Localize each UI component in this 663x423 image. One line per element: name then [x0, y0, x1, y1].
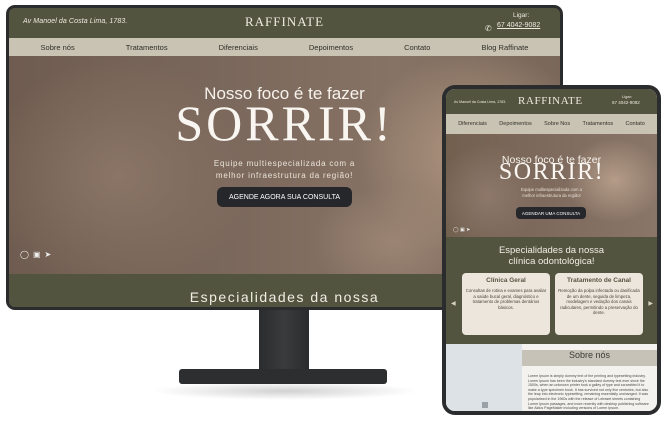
specialty-card-clinica-geral[interactable]: Clínica Geral Consultas de rotina e exam…: [462, 273, 550, 335]
tablet-call-label: Ligar:: [622, 94, 633, 99]
nav-item-diferenciais[interactable]: Diferenciais: [219, 43, 258, 52]
tablet-hero-subtitle: Equipe multiespecializada com a melhor i…: [446, 187, 657, 199]
phone-link[interactable]: 67 4042-9082: [497, 22, 540, 29]
tablet-nav-item-depoimentos[interactable]: Depoimentos: [499, 121, 531, 127]
about-image: [446, 344, 522, 411]
nav-item-sobre-nos[interactable]: Sobre nós: [41, 43, 75, 52]
monitor-shadow: [150, 382, 420, 400]
tablet-hero-subtitle-line-2: melhor infraestrutura da região!: [522, 193, 581, 198]
logo[interactable]: RAFFINATE: [245, 14, 324, 30]
instagram-icon[interactable]: ▣: [33, 250, 41, 259]
monitor-stand-base: [179, 369, 387, 384]
tablet-address-text: Av Manoel da Costa Lima, 1783.: [454, 100, 507, 104]
social-icons: ◯ ▣ ➤: [20, 250, 51, 259]
address-text: Av Manoel da Costa Lima, 1783.: [23, 18, 128, 25]
tablet-hero-section: Nosso foco é te fazer SORRIR! Equipe mul…: [446, 134, 657, 237]
schedule-button[interactable]: AGENDE AGORA SUA CONSULTA: [217, 187, 352, 207]
nav-item-contato[interactable]: Contato: [404, 43, 430, 52]
instagram-icon[interactable]: ▣: [460, 227, 465, 233]
tablet-specialties-title: Especialidades da nossa clínica odontoló…: [446, 245, 657, 267]
tablet-nav-item-sobre-nos[interactable]: Sobre Nos: [544, 121, 570, 127]
carousel-next-icon[interactable]: ▶: [648, 300, 653, 307]
specialty-card-text: Remoção da polpa infectada ou danificada…: [558, 288, 640, 316]
about-section: Sobre nós Lorem Ipsum is simply dummy te…: [446, 344, 657, 411]
tablet-hero-big-word: SORRIR!: [498, 159, 605, 185]
carousel-prev-icon[interactable]: ◀: [451, 300, 456, 307]
monitor-stand-neck: [259, 310, 309, 372]
whatsapp-icon[interactable]: ◯: [453, 227, 459, 233]
nav-item-depoimentos[interactable]: Depoimentos: [309, 43, 353, 52]
tablet-top-bar: Av Manoel da Costa Lima, 1783. RAFFINATE…: [446, 89, 657, 114]
about-text: Lorem Ipsum is simply dummy text of the …: [528, 374, 649, 411]
specialty-card-title: Tratamento de Canal: [567, 277, 631, 284]
tablet-nav-item-contato[interactable]: Contato: [626, 121, 645, 127]
call-label: Ligar:: [513, 12, 530, 19]
tablet-screen: Av Manoel da Costa Lima, 1783. RAFFINATE…: [446, 89, 657, 411]
tablet-device: Av Manoel da Costa Lima, 1783. RAFFINATE…: [442, 85, 661, 415]
tablet-social-icons: ◯ ▣ ➤: [453, 227, 470, 233]
tablet-phone-link[interactable]: 67 4042-9082: [612, 100, 640, 105]
whatsapp-icon[interactable]: ◯: [20, 250, 29, 259]
specialties-title-line-1: Especialidades da nossa: [498, 245, 605, 256]
tablet-nav-item-tratamentos[interactable]: Tratamentos: [582, 121, 613, 127]
nav-item-tratamentos[interactable]: Tratamentos: [126, 43, 168, 52]
specialty-card-tratamento-canal[interactable]: Tratamento de Canal Remoção da polpa inf…: [555, 273, 643, 335]
tablet-schedule-button[interactable]: AGENDAR UMA CONSULTA: [516, 207, 586, 219]
desktop-top-bar: Av Manoel da Costa Lima, 1783. RAFFINATE…: [9, 8, 560, 38]
tablet-logo[interactable]: RAFFINATE: [518, 95, 583, 107]
about-title: Sobre nós: [568, 350, 611, 360]
location-icon[interactable]: ➤: [466, 227, 470, 233]
specialty-card-text: Consultas de rotina e exames para avalia…: [465, 288, 547, 310]
desktop-nav: Sobre nós Tratamentos Diferenciais Depoi…: [9, 38, 560, 56]
specialty-card-title: Clínica Geral: [486, 277, 526, 284]
location-icon[interactable]: ➤: [45, 250, 52, 259]
image-placeholder-icon: [482, 402, 488, 408]
tablet-specialties-section: Especialidades da nossa clínica odontoló…: [446, 237, 657, 344]
specialties-title-line-2: clínica odontológica!: [508, 256, 595, 267]
tablet-nav: Diferenciais Depoimentos Sobre Nos Trata…: [446, 114, 657, 134]
phone-icon: ✆: [485, 24, 492, 33]
nav-item-blog[interactable]: Blog Raffinate: [481, 43, 528, 52]
tablet-nav-item-diferenciais[interactable]: Diferenciais: [458, 121, 487, 127]
